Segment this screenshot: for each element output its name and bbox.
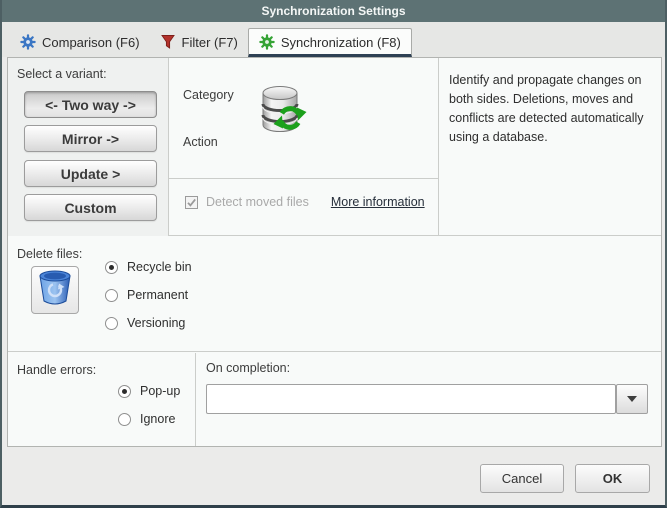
action-label: Action [183, 135, 218, 149]
category-label: Category [183, 88, 234, 102]
on-completion-panel: On completion: [197, 353, 661, 446]
variant-description-text: Identify and propagate changes on both s… [449, 73, 644, 144]
tab-strip: Comparison (F6) Filter (F7) [2, 22, 665, 57]
titlebar: Synchronization Settings [2, 0, 665, 22]
recycle-bin-icon [36, 268, 74, 313]
detect-moved-files-checkbox[interactable] [185, 196, 198, 209]
popup-option[interactable]: Pop-up [118, 384, 180, 398]
custom-button[interactable]: Custom [24, 194, 157, 221]
delete-files-label: Delete files: [17, 247, 82, 261]
sync-panel-divider [169, 178, 438, 179]
recycle-bin-option-label: Recycle bin [127, 260, 192, 274]
window-title: Synchronization Settings [261, 4, 405, 18]
sync-settings-dialog: Synchronization Settings [0, 0, 667, 508]
ignore-option[interactable]: Ignore [118, 412, 175, 426]
variant-description: Identify and propagate changes on both s… [440, 58, 661, 236]
delete-files-section: Delete files: [8, 237, 661, 352]
on-completion-input[interactable] [206, 384, 616, 414]
database-sync-icon [253, 82, 311, 145]
cancel-button[interactable]: Cancel [480, 464, 564, 493]
tab-synchronization[interactable]: Synchronization (F8) [248, 28, 412, 57]
settings-panel: Select a variant: <- Two way -> Mirror -… [7, 57, 662, 447]
tab-filter-label: Filter (F7) [182, 35, 238, 50]
gear-green-icon [259, 34, 275, 50]
permanent-option-label: Permanent [127, 288, 188, 302]
variant-buttons-panel: Select a variant: <- Two way -> Mirror -… [8, 58, 169, 236]
gear-blue-icon [20, 34, 36, 50]
recycle-bin-option[interactable]: Recycle bin [105, 260, 192, 274]
versioning-radio[interactable] [105, 317, 118, 330]
ignore-option-label: Ignore [140, 412, 175, 426]
on-completion-label: On completion: [206, 361, 290, 375]
on-completion-dropdown-button[interactable] [616, 384, 648, 414]
tab-synchronization-label: Synchronization (F8) [281, 35, 401, 50]
tab-comparison[interactable]: Comparison (F6) [10, 29, 150, 57]
ok-button[interactable]: OK [575, 464, 650, 493]
detect-moved-files-label: Detect moved files [206, 195, 309, 209]
select-variant-label: Select a variant: [17, 67, 107, 81]
detect-moved-files-row: Detect moved files More information [185, 195, 425, 209]
popup-option-label: Pop-up [140, 384, 180, 398]
popup-radio[interactable] [118, 385, 131, 398]
tab-filter[interactable]: Filter (F7) [150, 29, 248, 57]
mirror-button[interactable]: Mirror -> [24, 125, 157, 152]
bottom-section: Handle errors: Pop-up Ignore On completi… [8, 353, 661, 446]
update-button[interactable]: Update > [24, 160, 157, 187]
more-information-link[interactable]: More information [331, 195, 425, 209]
sync-preview-panel: Category Action [169, 58, 439, 236]
recycle-bin-icon-button[interactable] [31, 266, 79, 314]
handle-errors-label: Handle errors: [17, 363, 96, 377]
recycle-bin-radio[interactable] [105, 261, 118, 274]
two-way-button[interactable]: <- Two way -> [24, 91, 157, 118]
filter-funnel-icon [160, 34, 176, 50]
ignore-radio[interactable] [118, 413, 131, 426]
handle-errors-panel: Handle errors: Pop-up Ignore [8, 353, 196, 446]
chevron-down-icon [627, 396, 637, 402]
variant-section: Select a variant: <- Two way -> Mirror -… [8, 58, 661, 236]
permanent-radio[interactable] [105, 289, 118, 302]
versioning-option[interactable]: Versioning [105, 316, 185, 330]
tab-comparison-label: Comparison (F6) [42, 35, 140, 50]
versioning-option-label: Versioning [127, 316, 185, 330]
permanent-option[interactable]: Permanent [105, 288, 188, 302]
